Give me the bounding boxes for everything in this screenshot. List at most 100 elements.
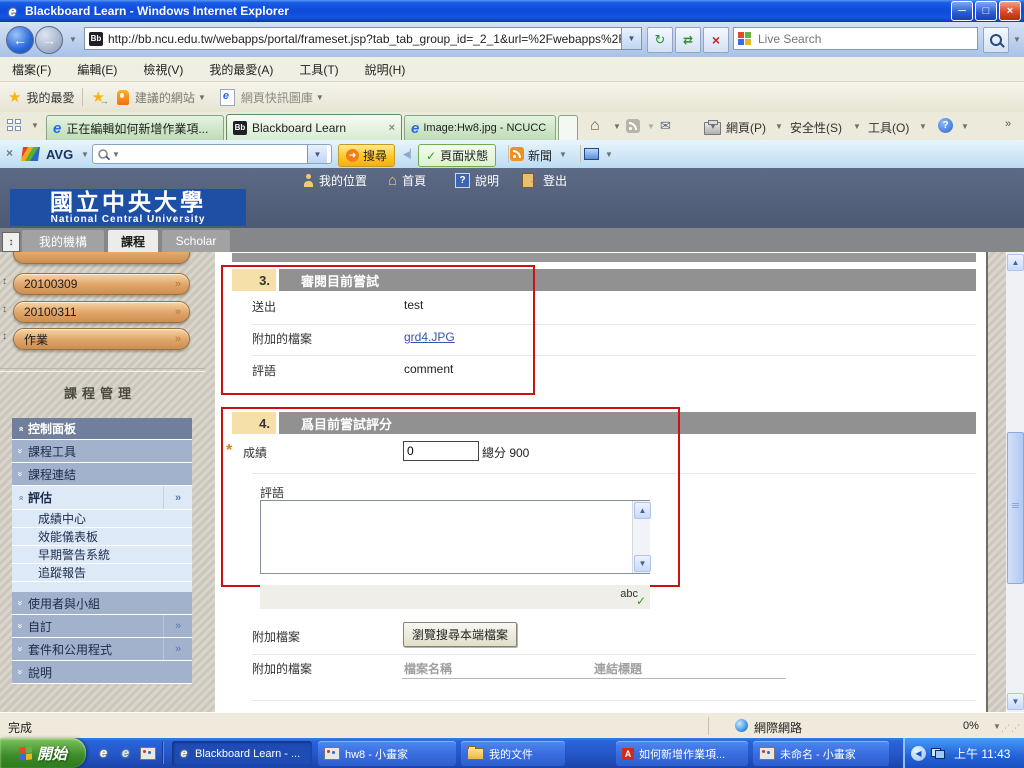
- menu-tools[interactable]: 工具(T): [299, 61, 338, 78]
- cp-course-tools[interactable]: » 課程工具: [12, 440, 192, 463]
- avg-close-icon[interactable]: ×: [6, 146, 13, 160]
- page-menu-dropdown[interactable]: ▼: [775, 122, 783, 131]
- url-text[interactable]: http://bb.ncu.edu.tw/webapps/portal/fram…: [108, 32, 621, 46]
- back-button[interactable]: ←: [6, 26, 34, 54]
- print-dropdown[interactable]: ▼: [709, 122, 717, 131]
- taskbar-button-my-documents[interactable]: 我的文件: [461, 741, 565, 766]
- page-scrollbar[interactable]: ▲ ▼: [1006, 252, 1024, 712]
- scroll-down-icon[interactable]: ▼: [1007, 693, 1024, 710]
- taskbar-button-pdf[interactable]: A 如何新增作業項...: [616, 741, 748, 766]
- attached-file-link[interactable]: grd4.JPG: [404, 330, 455, 344]
- logout-link[interactable]: 登出: [522, 172, 567, 189]
- menu-file[interactable]: 檔案(F): [12, 61, 51, 78]
- suggested-sites-button[interactable]: 建議的網站: [135, 89, 195, 106]
- zoom-dropdown[interactable]: ▼: [993, 722, 1001, 731]
- scroll-down-icon[interactable]: ▼: [634, 555, 651, 572]
- scroll-up-icon[interactable]: ▲: [634, 502, 651, 519]
- mail-icon[interactable]: ✉: [660, 118, 671, 134]
- cp-performance-dashboard[interactable]: 效能儀表板: [12, 528, 192, 546]
- minimize-button[interactable]: ─: [951, 1, 973, 21]
- help-icon[interactable]: ?: [938, 118, 953, 133]
- avg-extra-dropdown[interactable]: ▼: [605, 150, 613, 159]
- scroll-up-icon[interactable]: ▲: [1007, 254, 1024, 271]
- live-search-input[interactable]: [756, 31, 977, 47]
- drag-handle-icon[interactable]: ↕: [2, 276, 7, 287]
- network-tray-icon[interactable]: [931, 748, 945, 759]
- browse-local-files-button[interactable]: 瀏覽搜尋本端檔案: [403, 622, 517, 647]
- cp-tracking-reports[interactable]: 追蹤報告: [12, 564, 192, 582]
- browser-tab-2-active[interactable]: Bb Blackboard Learn ×: [226, 114, 402, 140]
- grade-input[interactable]: [403, 441, 479, 461]
- cp-evaluation[interactable]: » 評估 »: [12, 486, 192, 510]
- cp-users-groups[interactable]: » 使用者與小組: [12, 592, 192, 615]
- control-panel-header[interactable]: » 控制面板: [12, 418, 192, 440]
- scroll-thumb[interactable]: [1007, 432, 1024, 584]
- cp-help[interactable]: » 說明: [12, 661, 192, 684]
- tab-courses[interactable]: 課程: [108, 230, 158, 252]
- tools-menu[interactable]: 工具(O): [868, 119, 909, 136]
- tab-my-institution[interactable]: 我的機構: [22, 230, 104, 252]
- rss-feed-icon[interactable]: [626, 119, 640, 133]
- textarea-scrollbar[interactable]: ▲ ▼: [632, 501, 650, 573]
- avg-news-dropdown[interactable]: ▼: [559, 150, 567, 159]
- favorites-button[interactable]: 我的最愛: [26, 89, 74, 106]
- refresh-page-button[interactable]: ↻: [647, 27, 673, 53]
- menu-edit[interactable]: 編輯(E): [77, 61, 117, 78]
- portal-home-link[interactable]: ⌂ 首頁: [388, 172, 426, 189]
- close-button[interactable]: ×: [999, 1, 1021, 21]
- address-dropdown[interactable]: ▼: [621, 28, 641, 49]
- live-search-box[interactable]: [733, 27, 978, 50]
- maximize-button[interactable]: □: [975, 1, 997, 21]
- help-dropdown[interactable]: ▼: [961, 122, 969, 131]
- menu-help[interactable]: 說明(H): [365, 61, 406, 78]
- tray-collapse-icon[interactable]: ◀: [911, 746, 926, 761]
- browser-tab-1[interactable]: e 正在編輯如何新增作業項...: [46, 115, 224, 140]
- cp-early-warning[interactable]: 早期警告系統: [12, 546, 192, 564]
- avg-search-combo-dropdown[interactable]: ▼: [307, 145, 327, 163]
- cp-packages-utilities[interactable]: » 套件和公用程式 »: [12, 638, 192, 661]
- open-in-new-chevron[interactable]: »: [163, 615, 192, 637]
- menu-favorites[interactable]: 我的最愛(A): [209, 61, 273, 78]
- quick-tabs-icon[interactable]: [7, 119, 22, 133]
- web-slices-button[interactable]: 網頁快訊圖庫: [241, 89, 313, 106]
- clock[interactable]: 上午 11:43: [954, 745, 1010, 762]
- suggested-sites-dropdown[interactable]: ▼: [198, 93, 206, 102]
- course-menu-button-20100311[interactable]: 20100311 »: [13, 301, 190, 323]
- toolbar-overflow-chevron[interactable]: »: [1005, 118, 1011, 130]
- course-menu-button-assignments[interactable]: 作業 »: [13, 328, 190, 350]
- my-places-link[interactable]: 我的位置: [303, 172, 367, 189]
- stop-button[interactable]: ×: [703, 27, 729, 53]
- browser-tab-3[interactable]: e Image:Hw8.jpg - NCUCC Wiki: [404, 115, 556, 140]
- tab-scholar[interactable]: Scholar: [162, 230, 230, 252]
- recent-pages-dropdown[interactable]: ▼: [69, 35, 77, 44]
- taskbar-button-blackboard[interactable]: e Blackboard Learn - ...: [172, 741, 312, 766]
- course-menu-button-20100309[interactable]: 20100309 »: [13, 273, 190, 295]
- comments-textarea[interactable]: [260, 500, 650, 574]
- quick-launch-desktop-icon[interactable]: e: [118, 745, 133, 760]
- avg-search-box[interactable]: ▼ ▼: [92, 144, 332, 164]
- avg-news-button[interactable]: 新聞: [528, 147, 552, 164]
- avg-extra-icon[interactable]: [584, 148, 599, 160]
- zoom-level[interactable]: 0%: [963, 720, 979, 732]
- new-tab-stub[interactable]: [558, 115, 578, 140]
- cp-course-links[interactable]: » 課程連結: [12, 463, 192, 486]
- portal-help-link[interactable]: ? 說明: [455, 172, 499, 189]
- safety-menu[interactable]: 安全性(S): [790, 119, 842, 136]
- safety-menu-dropdown[interactable]: ▼: [853, 122, 861, 131]
- resize-grip[interactable]: ⋰⋰: [1001, 723, 1021, 734]
- quick-launch-ie-icon[interactable]: e: [96, 745, 111, 760]
- page-menu[interactable]: 網頁(P): [726, 119, 766, 136]
- tools-menu-dropdown[interactable]: ▼: [919, 122, 927, 131]
- window-titlebar[interactable]: e Blackboard Learn - Windows Internet Ex…: [0, 0, 1024, 22]
- avg-menu-dropdown[interactable]: ▼: [81, 150, 89, 159]
- avg-search-dropdown[interactable]: ▼: [112, 150, 120, 159]
- add-favorite-icon[interactable]: ★→: [91, 88, 104, 106]
- cp-customization[interactable]: » 自訂 »: [12, 615, 192, 638]
- tab-list-dropdown[interactable]: ▼: [31, 121, 39, 130]
- web-slices-dropdown[interactable]: ▼: [316, 93, 324, 102]
- course-menu-button-clipped[interactable]: [13, 252, 190, 264]
- search-go-button[interactable]: [983, 27, 1009, 53]
- avg-page-status-button[interactable]: ✓ 頁面狀態: [418, 144, 496, 167]
- address-bar[interactable]: Bb http://bb.ncu.edu.tw/webapps/portal/f…: [84, 27, 642, 50]
- drag-handle-icon[interactable]: ↕: [2, 304, 7, 315]
